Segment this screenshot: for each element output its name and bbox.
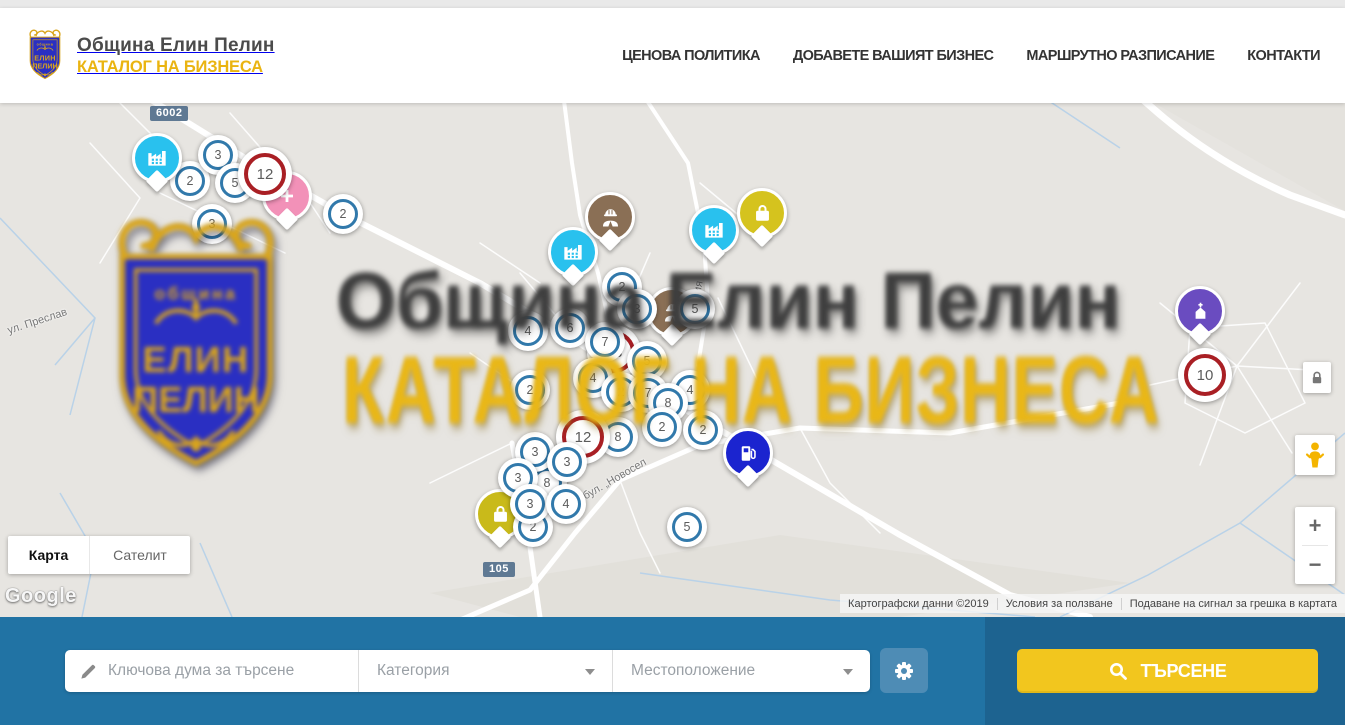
road-number-badge: 6002: [150, 106, 188, 121]
google-logo[interactable]: Google: [5, 585, 77, 608]
site-header: Община Елин Пелин КАТАЛОГ НА БИЗНЕСА ЦЕН…: [0, 8, 1345, 103]
lock-icon: [1309, 370, 1325, 386]
keyword-input[interactable]: [108, 662, 338, 680]
top-strip: [0, 0, 1345, 8]
nav-contacts[interactable]: КОНТАКТИ: [1247, 48, 1320, 64]
keyword-field[interactable]: [65, 650, 358, 692]
chevron-down-icon: [585, 669, 595, 675]
location-select[interactable]: Местоположение: [612, 650, 870, 692]
worker-pin-marker[interactable]: [585, 192, 635, 242]
search-icon: [1108, 661, 1128, 681]
cluster-marker[interactable]: 4: [546, 484, 586, 524]
category-select-value: Категория: [377, 662, 449, 680]
advanced-search-button[interactable]: [880, 648, 928, 693]
location-select-value: Местоположение: [631, 662, 755, 680]
attribution-report-error-link[interactable]: Подаване на сигнал за грешка в картата: [1121, 598, 1345, 610]
cluster-marker[interactable]: 3: [510, 484, 550, 524]
map-type-control: Карта Сателит: [8, 536, 190, 574]
attribution-terms-link[interactable]: Условия за ползване: [997, 598, 1121, 610]
municipality-crest-icon: [22, 28, 68, 85]
watermark-title: Община Елин Пелин: [336, 255, 1121, 347]
bag-pin-marker[interactable]: [737, 188, 787, 238]
nav-add-business[interactable]: ДОБАВЕТЕ ВАШИЯТ БИЗНЕС: [793, 48, 994, 64]
search-button[interactable]: ТЪРСЕНЕ: [1017, 649, 1318, 693]
search-bar: Категория Местоположение: [0, 617, 1345, 725]
cluster-marker[interactable]: 3: [547, 442, 587, 482]
page: Община Елин Пелин КАТАЛОГ НА БИЗНЕСА ЦЕН…: [0, 0, 1345, 725]
factory-pin-marker[interactable]: [132, 133, 182, 183]
gear-icon: [892, 659, 916, 683]
cluster-marker[interactable]: 5: [667, 507, 707, 547]
cluster-marker[interactable]: 10: [1178, 348, 1232, 402]
map-view-button[interactable]: Карта: [8, 536, 90, 574]
cluster-marker[interactable]: 12: [238, 147, 292, 201]
fuel-pin-marker[interactable]: [723, 428, 773, 478]
factory-pin-marker[interactable]: [689, 205, 739, 255]
map-canvas[interactable]: Община Елин Пелин КАТАЛОГ НА БИЗНЕСА Кар…: [0, 103, 1345, 617]
chevron-down-icon: [843, 669, 853, 675]
search-field-group: Категория Местоположение: [65, 650, 870, 692]
lock-button[interactable]: [1303, 362, 1331, 393]
attribution-copyright: Картографски данни ©2019: [840, 598, 997, 610]
street-view-pegman-button[interactable]: [1295, 435, 1335, 475]
road-number-badge: 105: [483, 562, 515, 577]
site-title: Община Елин Пелин: [77, 35, 275, 57]
zoom-control: + −: [1295, 507, 1335, 584]
site-subtitle: КАТАЛОГ НА БИЗНЕСА: [77, 58, 275, 77]
map-attribution: Картографски данни ©2019 Условия за полз…: [840, 594, 1345, 613]
zoom-out-button[interactable]: −: [1295, 546, 1335, 584]
watermark-crest: [82, 211, 310, 495]
site-logo[interactable]: Община Елин Пелин КАТАЛОГ НА БИЗНЕСА: [0, 26, 275, 85]
pencil-icon: [79, 662, 98, 681]
zoom-in-button[interactable]: +: [1295, 507, 1335, 545]
category-select[interactable]: Категория: [358, 650, 612, 692]
main-nav: ЦЕНОВА ПОЛИТИКА ДОБАВЕТЕ ВАШИЯТ БИЗНЕС М…: [622, 48, 1345, 64]
nav-pricing[interactable]: ЦЕНОВА ПОЛИТИКА: [622, 48, 760, 64]
search-button-label: ТЪРСЕНЕ: [1140, 661, 1226, 682]
church-pin-marker[interactable]: [1175, 286, 1225, 336]
pegman-icon: [1302, 441, 1328, 469]
cluster-marker[interactable]: 2: [323, 194, 363, 234]
nav-route-schedule[interactable]: МАРШРУТНО РАЗПИСАНИЕ: [1026, 48, 1214, 64]
satellite-view-button[interactable]: Сателит: [90, 536, 190, 574]
